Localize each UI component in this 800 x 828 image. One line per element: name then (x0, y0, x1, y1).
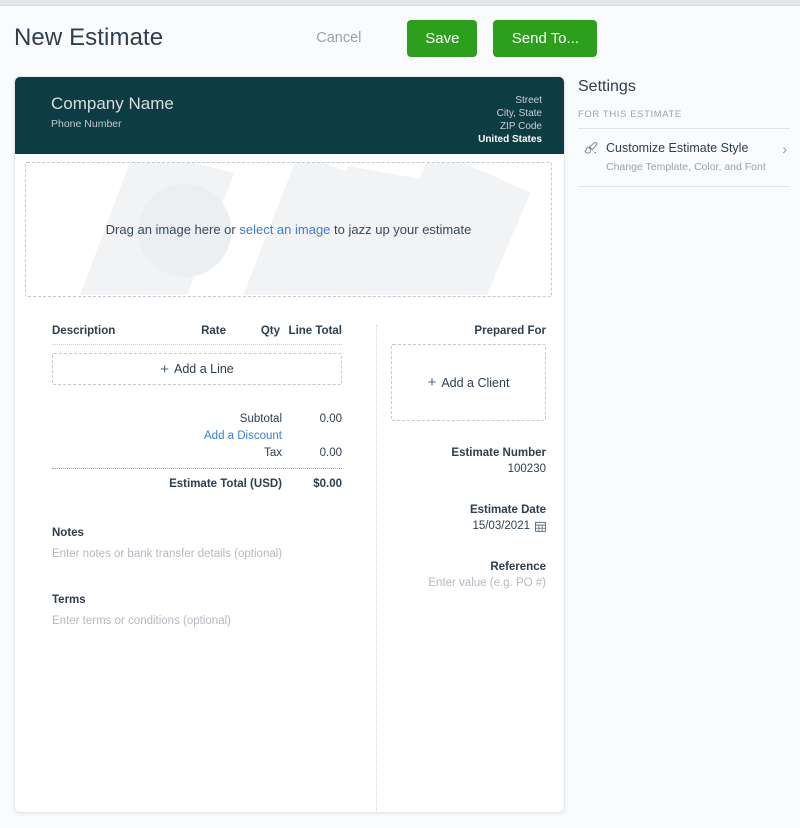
estimate-total-label: Estimate Total (USD) (169, 478, 282, 490)
column-header-qty: Qty (260, 325, 280, 337)
estimate-date-block: Estimate Date 15/03/2021 (391, 502, 546, 535)
reference-block: Reference Enter value (e.g. PO #) (391, 559, 546, 592)
address-country: United States (478, 134, 542, 145)
estimate-number-value[interactable]: 100230 (391, 461, 546, 478)
notes-input[interactable]: Enter notes or bank transfer details (op… (52, 548, 342, 560)
add-a-line-label: Add a Line (173, 362, 234, 376)
terms-block: Terms Enter terms or conditions (optiona… (52, 594, 342, 627)
dropzone-text-before: Drag an image here or (105, 222, 240, 237)
settings-panel: Settings FOR THIS ESTIMATE Customize Est… (578, 76, 790, 187)
dropzone-text: Drag an image here or select an image to… (106, 222, 472, 237)
cancel-button[interactable]: Cancel (306, 22, 371, 54)
calendar-icon[interactable] (535, 521, 546, 532)
line-items-header: Description Rate Qty Line Total (52, 325, 342, 345)
address-city-state: City, State (496, 108, 542, 119)
chevron-right-icon[interactable]: › (782, 142, 787, 156)
page-title: New Estimate (14, 24, 164, 51)
paintbrush-icon (584, 142, 598, 154)
company-identity: Company Name Phone Number (51, 94, 174, 154)
address-street: Street (515, 95, 542, 106)
plus-icon: + (160, 360, 169, 378)
tax-value: 0.00 (319, 447, 342, 459)
add-a-client-button[interactable]: + Add a Client (391, 344, 546, 421)
column-divider (376, 325, 377, 812)
estimate-number-block: Estimate Number 100230 (391, 445, 546, 478)
column-header-rate: Rate (201, 325, 226, 337)
image-dropzone[interactable]: Drag an image here or select an image to… (25, 162, 552, 297)
estimate-total-value: $0.00 (313, 478, 342, 490)
column-header-description: Description (52, 325, 116, 337)
company-header-band[interactable]: Company Name Phone Number Street City, S… (15, 77, 564, 154)
subtotal-value: 0.00 (319, 413, 342, 425)
totals-section: Subtotal 0.00 Add a Discount Tax 0.00 Es… (52, 411, 342, 493)
settings-item-title: Customize Estimate Style (606, 141, 749, 155)
notes-label: Notes (52, 527, 84, 539)
prepared-for-label: Prepared For (474, 325, 546, 337)
company-phone[interactable]: Phone Number (51, 118, 174, 131)
right-column: Prepared For + Add a Client Estimate Num… (391, 325, 546, 592)
estimate-number-label: Estimate Number (451, 447, 546, 459)
company-address[interactable]: Street City, State ZIP Code United State… (478, 94, 542, 154)
reference-label: Reference (490, 561, 546, 573)
plus-icon: + (427, 374, 437, 391)
toolbar: New Estimate Cancel Save Send To... (0, 6, 800, 70)
estimate-date-field[interactable]: 15/03/2021 (391, 518, 546, 535)
tax-row[interactable]: Tax 0.00 (52, 445, 342, 462)
notes-block: Notes Enter notes or bank transfer detai… (52, 527, 342, 560)
add-a-discount-link[interactable]: Add a Discount (52, 428, 342, 445)
totals-divider: Estimate Total (USD) $0.00 (52, 468, 342, 493)
estimate-card: Company Name Phone Number Street City, S… (14, 76, 565, 813)
settings-list: Customize Estimate Style Change Template… (578, 128, 790, 187)
tax-label: Tax (264, 447, 282, 459)
terms-label: Terms (52, 594, 86, 606)
estimate-date-value: 15/03/2021 (472, 520, 530, 532)
estimate-total-row: Estimate Total (USD) $0.00 (52, 476, 342, 493)
estimate-date-label: Estimate Date (469, 504, 546, 516)
add-a-client-label: Add a Client (441, 375, 510, 390)
add-a-line-button[interactable]: + Add a Line (52, 353, 342, 385)
dropzone-text-after: to jazz up your estimate (330, 222, 472, 237)
left-column: Description Rate Qty Line Total + Add a … (52, 325, 342, 627)
sidebar-item-customize-estimate-style[interactable]: Customize Estimate Style Change Template… (578, 128, 790, 187)
company-name[interactable]: Company Name (51, 94, 174, 114)
subtotal-row: Subtotal 0.00 (52, 411, 342, 428)
subtotal-label: Subtotal (239, 413, 282, 425)
reference-input[interactable]: Enter value (e.g. PO #) (391, 575, 546, 592)
address-zip: ZIP Code (499, 121, 542, 132)
settings-title: Settings (578, 78, 636, 95)
select-image-link[interactable]: select an image (239, 222, 330, 237)
column-header-line-total: Line Total (288, 325, 342, 337)
send-to-button[interactable]: Send To... (493, 19, 598, 57)
save-button[interactable]: Save (407, 19, 478, 57)
card-body: Description Rate Qty Line Total + Add a … (15, 297, 564, 812)
toolbar-actions: Cancel Save Send To... (306, 19, 598, 57)
terms-input[interactable]: Enter terms or conditions (optional) (52, 615, 342, 627)
settings-subtitle: FOR THIS ESTIMATE (578, 109, 682, 120)
settings-item-subtitle: Change Template, Color, and Font (606, 161, 766, 173)
